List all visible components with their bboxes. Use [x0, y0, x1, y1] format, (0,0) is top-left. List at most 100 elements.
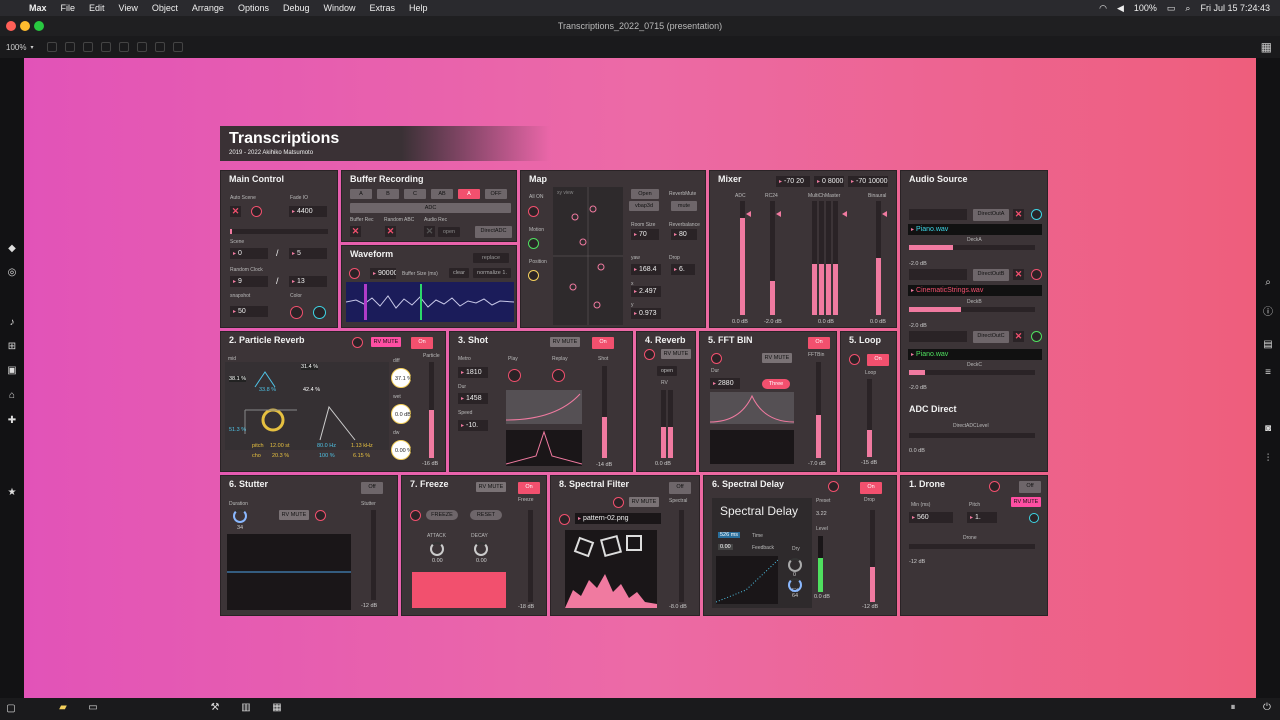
- spectral-filter-rv-mute-button[interactable]: RV MUTE: [629, 497, 659, 507]
- zoom-level[interactable]: 100%: [6, 43, 26, 52]
- stutter-off-button[interactable]: Off: [361, 482, 383, 494]
- deck-c-slider[interactable]: [909, 370, 1035, 375]
- pause-icon[interactable]: ⏸: [1228, 703, 1238, 713]
- dur-number[interactable]: 1458: [458, 393, 488, 404]
- close-window-button[interactable]: [6, 21, 16, 31]
- dry-knob[interactable]: [788, 558, 802, 572]
- random-clock-number[interactable]: 9: [230, 276, 268, 287]
- particle-p3[interactable]: 31.4 %: [301, 364, 319, 370]
- all-on-button[interactable]: [528, 206, 539, 217]
- fft-rv-mute-button[interactable]: RV MUTE: [762, 353, 792, 363]
- drone-indicator[interactable]: [1029, 513, 1039, 523]
- spectral-filter-off-button[interactable]: Off: [669, 482, 691, 494]
- wrench-icon[interactable]: ⚒: [210, 703, 220, 713]
- color-button-pink[interactable]: [290, 306, 303, 319]
- deck-c-stop[interactable]: ✕: [1013, 331, 1024, 342]
- loop-toggle[interactable]: [849, 354, 860, 365]
- mixer-meter-master-3[interactable]: [826, 201, 831, 315]
- reverb-toggle[interactable]: [644, 349, 655, 360]
- buffer-rec-toggle[interactable]: ✕: [350, 226, 361, 237]
- pattern-toggle[interactable]: [559, 514, 570, 525]
- network-icon[interactable]: ⊞: [7, 342, 17, 352]
- particle-reverb-display[interactable]: [225, 362, 389, 450]
- reverb-rv-mute-button[interactable]: RV MUTE: [661, 349, 691, 359]
- package-icon[interactable]: ◆: [7, 244, 17, 254]
- volume-icon[interactable]: ◀: [1117, 3, 1124, 14]
- menu-window[interactable]: Window: [324, 3, 356, 13]
- play-button[interactable]: [508, 369, 521, 382]
- message-tool-icon[interactable]: [101, 42, 112, 52]
- grid-bottom-icon[interactable]: ▦: [272, 703, 282, 713]
- vbap3d-button[interactable]: vbap3d: [629, 201, 659, 211]
- deck-b-waveform[interactable]: [909, 269, 967, 280]
- normalize-button[interactable]: normalize 1.: [473, 268, 511, 278]
- replay-button[interactable]: [552, 369, 565, 382]
- shot-spectrum[interactable]: [505, 430, 583, 466]
- mixer-readout-2[interactable]: 0 8000: [814, 176, 844, 187]
- music-note-icon[interactable]: ♪: [7, 318, 17, 328]
- list-icon[interactable]: ≡: [1263, 368, 1273, 378]
- deck-c-waveform[interactable]: [909, 331, 967, 342]
- loop-meter[interactable]: [867, 379, 872, 457]
- mixer-meter-binaural[interactable]: [876, 201, 881, 315]
- y-number[interactable]: 0.973: [631, 308, 661, 319]
- scene-number[interactable]: 0: [230, 248, 268, 259]
- reverb-balance-number[interactable]: 80: [671, 229, 697, 240]
- deck-a-stop[interactable]: ✕: [1013, 209, 1024, 220]
- image-icon[interactable]: ▣: [7, 366, 17, 376]
- deck-c-file[interactable]: Piano.wav: [908, 349, 1042, 360]
- fade-io-number[interactable]: 4400: [289, 206, 327, 217]
- mixer-meter-rc24[interactable]: [770, 201, 775, 315]
- fft-display[interactable]: [710, 430, 794, 464]
- menu-arrange[interactable]: Arrange: [192, 3, 224, 13]
- lock-icon[interactable]: ▢: [6, 704, 16, 714]
- level-meter[interactable]: [818, 536, 823, 592]
- position-button[interactable]: [528, 270, 539, 281]
- buffer-a-active-button[interactable]: A: [458, 189, 480, 199]
- search-sidebar-icon[interactable]: ⌕: [1263, 278, 1273, 288]
- reverb-meter-l[interactable]: [661, 390, 666, 458]
- deck-b-stop[interactable]: ✕: [1013, 269, 1024, 280]
- deck-a-slider[interactable]: [909, 245, 1035, 250]
- pattern-select[interactable]: pattern-02.png: [575, 513, 661, 524]
- replace-button[interactable]: replace: [473, 253, 509, 263]
- clock[interactable]: Fri Jul 15 7:24:43: [1200, 3, 1270, 13]
- buffer-a-button[interactable]: A: [350, 189, 372, 199]
- stutter-toggle[interactable]: [315, 510, 326, 521]
- tag-icon[interactable]: ⌂: [7, 391, 17, 401]
- freeze-meter[interactable]: [528, 510, 533, 602]
- buffer-b-button[interactable]: B: [377, 189, 399, 199]
- drone-rv-mute-button[interactable]: RV MUTE: [1011, 497, 1041, 507]
- duration-knob[interactable]: [233, 509, 247, 523]
- menu-help[interactable]: Help: [409, 3, 428, 13]
- zoom-chevron-icon[interactable]: ▾: [30, 44, 33, 51]
- deck-c-play[interactable]: [1031, 331, 1042, 342]
- direct-adc-button[interactable]: DirectADC: [475, 226, 512, 238]
- menu-edit[interactable]: Edit: [89, 3, 105, 13]
- freeze-button[interactable]: FREEZE: [426, 510, 458, 520]
- mixer-meter-master-1[interactable]: [812, 201, 817, 315]
- drone-toggle[interactable]: [989, 481, 1000, 492]
- menu-options[interactable]: Options: [238, 3, 269, 13]
- drone-slider[interactable]: [909, 544, 1035, 549]
- battery-text[interactable]: 100%: [1134, 3, 1157, 13]
- target-icon[interactable]: ◎: [7, 268, 17, 278]
- add-tool-icon[interactable]: [173, 42, 184, 52]
- spectral-delay-on-button[interactable]: On: [860, 482, 882, 494]
- spectral-filter-display[interactable]: [565, 530, 657, 608]
- time-value[interactable]: 526 ms: [718, 532, 741, 538]
- menu-object[interactable]: Object: [152, 3, 178, 13]
- waveform-record-button[interactable]: [349, 268, 360, 279]
- decay-knob[interactable]: [474, 542, 488, 556]
- window-icon[interactable]: ▭: [88, 703, 98, 713]
- spectral-delay-toggle[interactable]: [828, 481, 839, 492]
- fx-knob[interactable]: [788, 578, 802, 592]
- spectral-filter-toggle[interactable]: [613, 497, 624, 508]
- battery-icon[interactable]: ▭: [1167, 3, 1176, 14]
- three-button[interactable]: Three: [762, 379, 790, 389]
- fft-toggle[interactable]: [711, 353, 722, 364]
- spectral-delay-meter[interactable]: [870, 510, 875, 602]
- main-slider[interactable]: [230, 229, 328, 234]
- direct-out-c-button[interactable]: DirectOutC: [973, 331, 1009, 343]
- deck-b-play[interactable]: [1031, 269, 1042, 280]
